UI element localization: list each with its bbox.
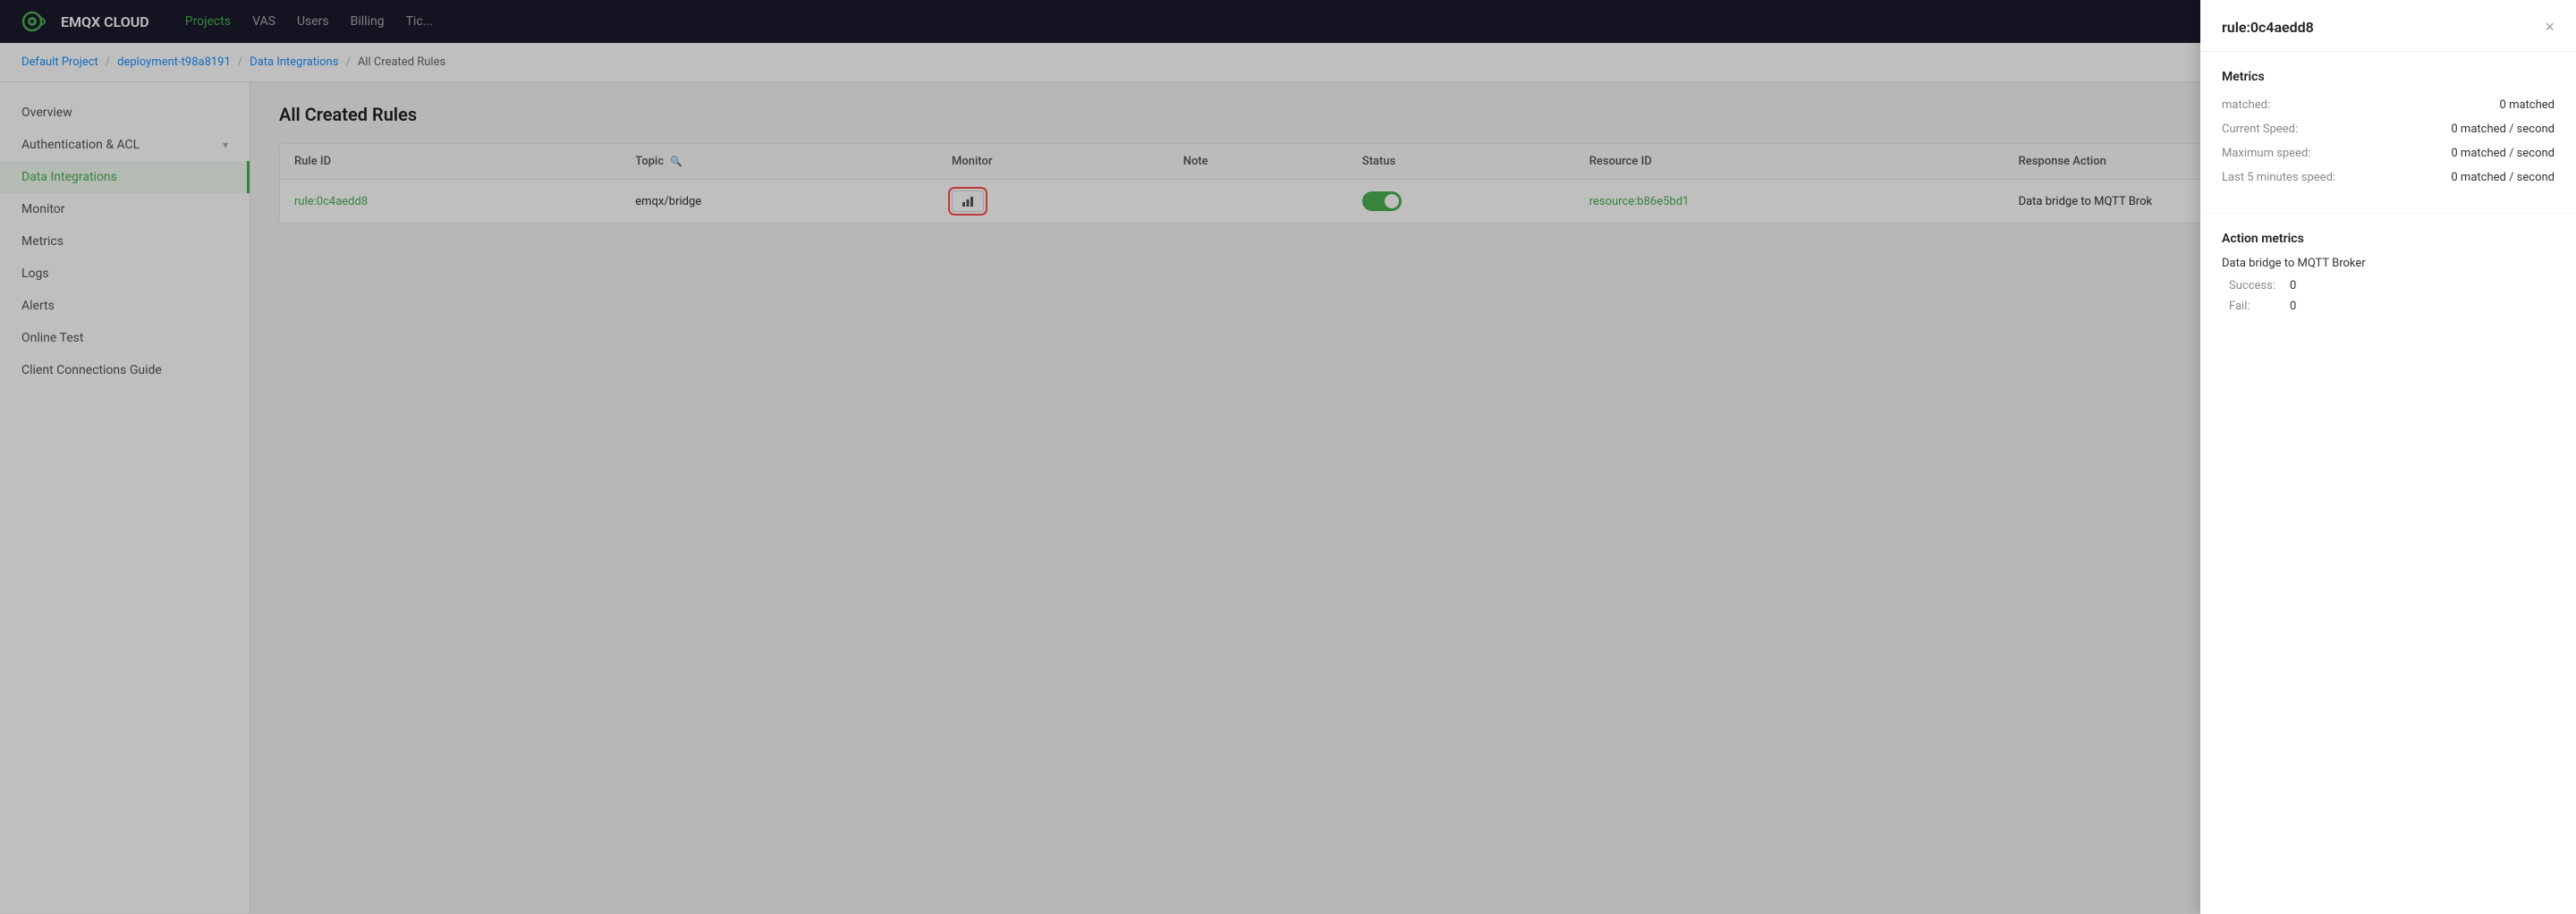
metric-current-speed-label: Current Speed: (2222, 123, 2298, 136)
panel-header: rule:0c4aedd8 × (2200, 0, 2576, 52)
metric-max-speed-label: Maximum speed: (2222, 147, 2311, 160)
action-success-value: 0 (2290, 279, 2296, 292)
metric-max-speed: Maximum speed: 0 matched / second (2222, 147, 2555, 160)
metric-max-speed-value: 0 matched / second (2451, 147, 2555, 160)
rule-detail-panel: rule:0c4aedd8 × Metrics matched: 0 match… (2200, 0, 2576, 914)
action-subsection-title: Data bridge to MQTT Broker (2222, 257, 2555, 270)
close-button[interactable]: × (2545, 18, 2555, 37)
panel-overlay[interactable] (0, 0, 2576, 914)
metric-matched: matched: 0 matched (2222, 98, 2555, 112)
metrics-section-title: Metrics (2222, 70, 2555, 84)
metric-last5min-speed-value: 0 matched / second (2451, 171, 2555, 184)
action-metric-fail: Fail: 0 (2222, 300, 2555, 313)
action-success-label: Success: (2229, 279, 2283, 292)
metric-current-speed-value: 0 matched / second (2451, 123, 2555, 136)
panel-title: rule:0c4aedd8 (2222, 19, 2314, 36)
metric-matched-value: 0 matched (2500, 98, 2555, 112)
action-fail-label: Fail: (2229, 300, 2283, 313)
metrics-section: Metrics matched: 0 matched Current Speed… (2200, 52, 2576, 214)
action-metrics-title: Action metrics (2222, 232, 2555, 246)
action-metric-success: Success: 0 (2222, 279, 2555, 292)
metric-last5min-speed-label: Last 5 minutes speed: (2222, 171, 2335, 184)
metric-last5min-speed: Last 5 minutes speed: 0 matched / second (2222, 171, 2555, 184)
action-fail-value: 0 (2290, 300, 2296, 313)
metric-matched-label: matched: (2222, 98, 2270, 112)
action-metrics-section: Action metrics Data bridge to MQTT Broke… (2200, 214, 2576, 338)
metric-current-speed: Current Speed: 0 matched / second (2222, 123, 2555, 136)
